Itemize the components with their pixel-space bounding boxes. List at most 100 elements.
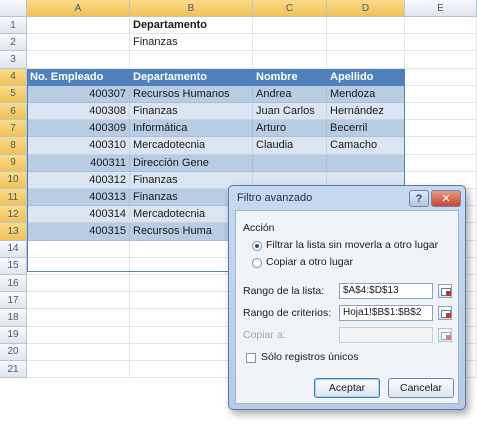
table-cell[interactable]: 400309 xyxy=(27,120,130,138)
table-cell[interactable]: 400313 xyxy=(27,189,130,207)
row-header[interactable]: 1 xyxy=(0,17,27,35)
cell[interactable] xyxy=(405,154,477,172)
cell[interactable] xyxy=(130,51,253,69)
copy-to-input[interactable] xyxy=(339,327,433,343)
row-header[interactable]: 19 xyxy=(0,326,27,344)
table-header-cell[interactable]: Nombre xyxy=(253,68,327,86)
row-header[interactable]: 6 xyxy=(0,103,27,121)
cell[interactable] xyxy=(253,34,327,52)
table-cell[interactable]: Recursos Humanos xyxy=(130,85,253,103)
table-cell[interactable]: 400308 xyxy=(27,103,130,121)
copy-to-collapse-button[interactable] xyxy=(438,328,452,342)
criteria-range-input[interactable]: Hoja1!$B$1:$B$2 xyxy=(339,305,433,321)
table-cell[interactable] xyxy=(327,154,405,172)
table-header-cell[interactable]: Departamento xyxy=(130,68,253,86)
cell[interactable] xyxy=(405,34,477,52)
cell[interactable] xyxy=(27,34,130,52)
column-header[interactable]: E xyxy=(405,0,477,17)
table-cell[interactable]: Hernández xyxy=(327,103,405,121)
cell[interactable] xyxy=(405,85,477,103)
copy-to-label[interactable]: Copiar a otro lugar xyxy=(266,256,353,268)
row-header[interactable]: 8 xyxy=(0,137,27,155)
row-header[interactable]: 10 xyxy=(0,171,27,189)
row-header[interactable]: 5 xyxy=(0,85,27,103)
cell[interactable] xyxy=(253,51,327,69)
cell[interactable] xyxy=(27,275,130,293)
table-cell[interactable]: 400315 xyxy=(27,223,130,241)
criteria-range-collapse-button[interactable] xyxy=(438,306,452,320)
cancel-button[interactable]: Cancelar xyxy=(388,378,454,398)
filter-in-place-radio[interactable] xyxy=(252,241,262,251)
table-cell[interactable]: 400314 xyxy=(27,206,130,224)
cell[interactable] xyxy=(27,292,130,310)
column-header[interactable]: C xyxy=(253,0,327,17)
cell[interactable] xyxy=(27,240,130,258)
row-header[interactable]: 9 xyxy=(0,154,27,172)
table-cell[interactable] xyxy=(253,154,327,172)
copy-to-radio[interactable] xyxy=(252,258,262,268)
table-header-cell[interactable]: No. Empleado xyxy=(27,68,130,86)
help-button[interactable]: ? xyxy=(409,190,429,207)
criteria-header-cell[interactable]: Departamento xyxy=(130,17,253,35)
cell[interactable] xyxy=(405,51,477,69)
table-cell[interactable]: Finanzas xyxy=(130,103,253,121)
row-header[interactable]: 13 xyxy=(0,223,27,241)
row-header[interactable]: 14 xyxy=(0,240,27,258)
row-header[interactable]: 17 xyxy=(0,292,27,310)
cell[interactable] xyxy=(405,120,477,138)
table-cell[interactable]: 400310 xyxy=(27,137,130,155)
cell[interactable] xyxy=(27,17,130,35)
row-header[interactable]: 3 xyxy=(0,51,27,69)
cell[interactable] xyxy=(405,68,477,86)
table-cell[interactable]: Mendoza xyxy=(327,85,405,103)
table-cell[interactable]: 400307 xyxy=(27,85,130,103)
cell[interactable] xyxy=(327,17,405,35)
criteria-value-cell[interactable]: Finanzas xyxy=(130,34,253,52)
table-cell[interactable]: Mercadotecnia xyxy=(130,137,253,155)
list-range-input[interactable]: $A$4:$D$13 xyxy=(339,283,433,299)
cell[interactable] xyxy=(405,137,477,155)
column-header[interactable]: A xyxy=(27,0,130,17)
column-header[interactable]: B xyxy=(130,0,253,17)
select-all-corner[interactable] xyxy=(0,0,27,17)
row-header[interactable]: 16 xyxy=(0,275,27,293)
unique-records-checkbox[interactable] xyxy=(246,353,256,363)
list-range-collapse-button[interactable] xyxy=(438,284,452,298)
row-header[interactable]: 18 xyxy=(0,309,27,327)
ok-button[interactable]: Aceptar xyxy=(314,378,380,398)
close-button[interactable]: ✕ xyxy=(431,190,461,207)
row-header[interactable]: 7 xyxy=(0,120,27,138)
cell[interactable] xyxy=(27,361,130,379)
cell[interactable] xyxy=(405,103,477,121)
cell[interactable] xyxy=(327,34,405,52)
row-header[interactable]: 11 xyxy=(0,189,27,207)
row-header[interactable]: 2 xyxy=(0,34,27,52)
filter-in-place-label[interactable]: Filtrar la lista sin moverla a otro luga… xyxy=(266,239,438,251)
table-cell[interactable]: Juan Carlos xyxy=(253,103,327,121)
cell[interactable] xyxy=(253,17,327,35)
table-cell[interactable]: Informática xyxy=(130,120,253,138)
cell[interactable] xyxy=(405,17,477,35)
table-cell[interactable]: Camacho xyxy=(327,137,405,155)
table-cell[interactable]: Andrea xyxy=(253,85,327,103)
row-header[interactable]: 20 xyxy=(0,343,27,361)
cell[interactable] xyxy=(27,309,130,327)
unique-records-label[interactable]: Sólo registros únicos xyxy=(261,351,358,363)
row-header[interactable]: 12 xyxy=(0,206,27,224)
row-header[interactable]: 4 xyxy=(0,68,27,86)
row-header[interactable]: 21 xyxy=(0,361,27,379)
cell[interactable] xyxy=(27,343,130,361)
table-cell[interactable]: Arturo xyxy=(253,120,327,138)
cell[interactable] xyxy=(27,51,130,69)
cell[interactable] xyxy=(27,326,130,344)
table-cell[interactable]: Claudia xyxy=(253,137,327,155)
table-cell[interactable]: Dirección Gene xyxy=(130,154,253,172)
table-cell[interactable]: 400311 xyxy=(27,154,130,172)
cell[interactable] xyxy=(327,51,405,69)
cell[interactable] xyxy=(27,257,130,275)
table-cell[interactable]: Becerril xyxy=(327,120,405,138)
row-header[interactable]: 15 xyxy=(0,257,27,275)
column-header[interactable]: D xyxy=(327,0,405,17)
table-header-cell[interactable]: Apellido xyxy=(327,68,405,86)
table-cell[interactable]: 400312 xyxy=(27,171,130,189)
